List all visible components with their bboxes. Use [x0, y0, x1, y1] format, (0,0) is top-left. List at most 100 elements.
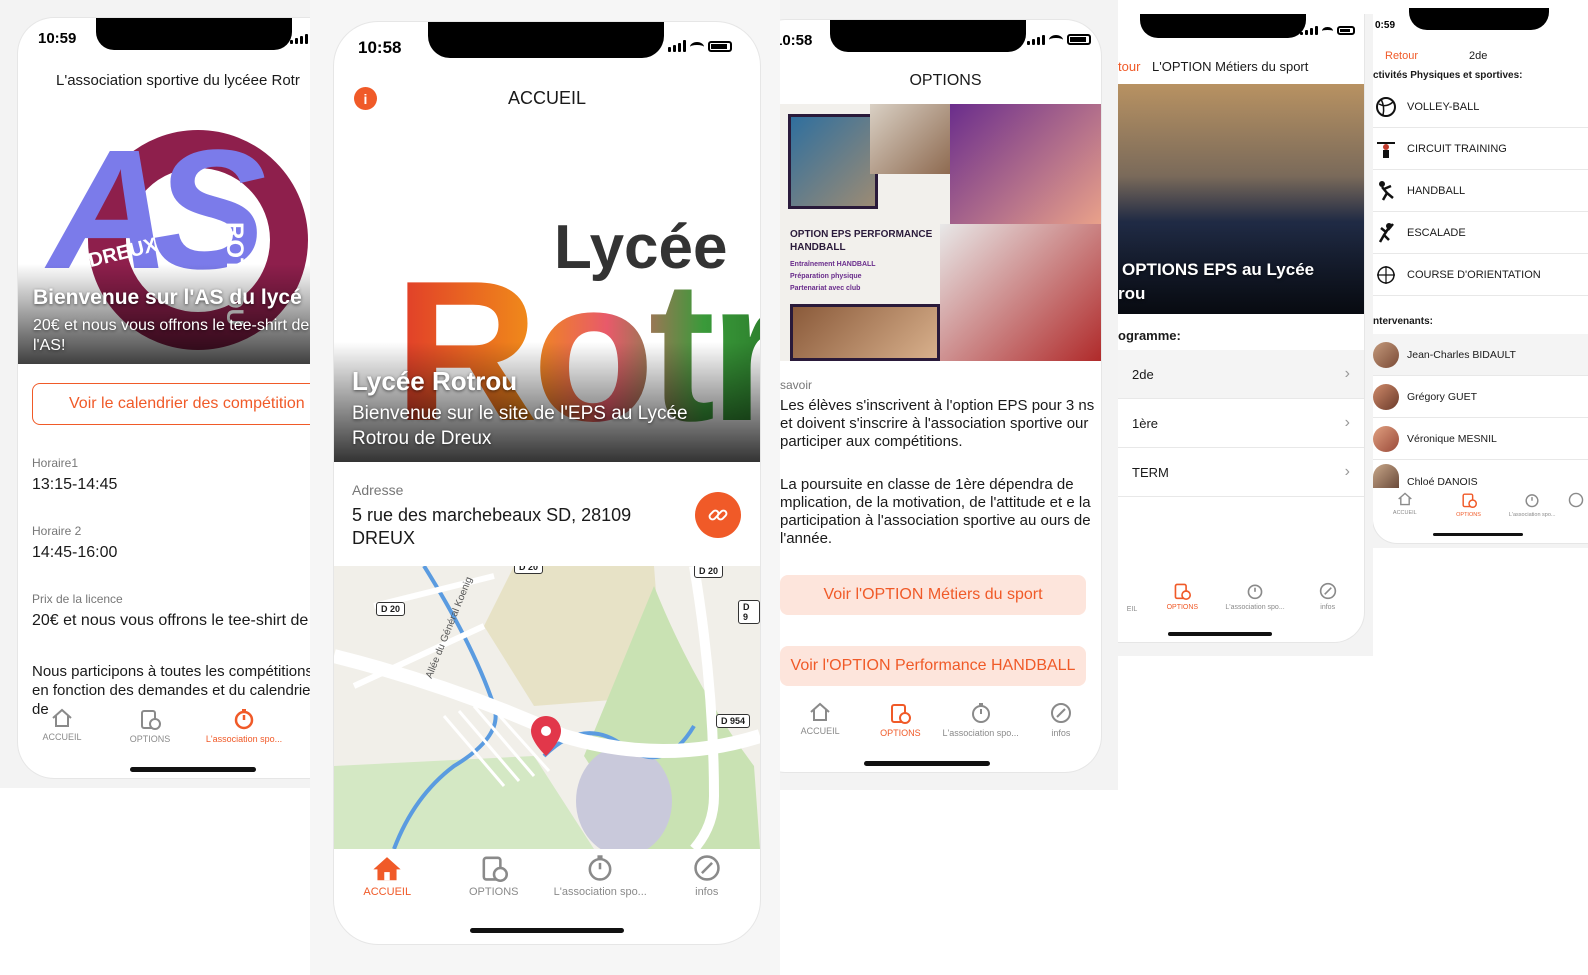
- tab-infos[interactable]: infos: [1021, 702, 1101, 738]
- calendar-button[interactable]: Voir le calendrier des compétition: [32, 383, 318, 425]
- notch: [1140, 14, 1306, 38]
- tab-association[interactable]: L'association spo...: [941, 702, 1021, 738]
- tab-association[interactable]: L'association spo...: [1500, 492, 1564, 518]
- field-list: Horaire1 13:15-14:45 Horaire 2 14:45-16:…: [32, 456, 318, 719]
- tab-infos[interactable]: infos: [1291, 582, 1364, 613]
- status-icons: [1300, 26, 1355, 35]
- list-item-label: TERM: [1132, 464, 1169, 480]
- hero-title: OPTIONS EPS au Lycée: [1122, 260, 1315, 279]
- tab-accueil[interactable]: ACCUEIL: [1373, 492, 1437, 518]
- panel-accueil: 10:58 i ACCUEIL Lycée Rotr Lycée Rotrou …: [310, 0, 780, 975]
- panel-association: 10:59 L'association sportive du lycéee R…: [0, 0, 318, 788]
- field-value: 13:15-14:45: [32, 476, 118, 493]
- poster-bullets: Entraînement HANDBALL Préparation physiq…: [790, 259, 876, 295]
- map-label: D 20: [694, 566, 724, 578]
- notch: [96, 18, 292, 50]
- tab-label: OPTIONS: [129, 734, 171, 744]
- compass-icon: [694, 855, 720, 881]
- compass-icon: [1377, 265, 1395, 284]
- battery-icon: [1067, 34, 1091, 45]
- tab-label: ACCUEIL: [800, 726, 840, 736]
- tab-association[interactable]: L'association spo...: [547, 854, 654, 898]
- list-item-2de[interactable]: 2de ›: [1118, 350, 1364, 399]
- hero-image: OPTIONS EPS au Lycée rou: [1118, 84, 1364, 314]
- map-label: D 9: [738, 600, 760, 624]
- page-header: OPTIONS: [909, 72, 982, 89]
- signal-icon: [668, 40, 686, 52]
- handball-button[interactable]: Voir l'OPTION Performance HANDBALL: [780, 646, 1086, 686]
- metiers-button[interactable]: Voir l'OPTION Métiers du sport: [780, 575, 1086, 615]
- list-item-label: 2de: [1132, 366, 1154, 382]
- wifi-icon: [690, 42, 704, 52]
- tab-association[interactable]: L'association spo...: [1219, 582, 1292, 613]
- link-icon: [708, 509, 728, 521]
- list-item-1ere[interactable]: 1ère ›: [1118, 399, 1364, 448]
- poster-bullet: Partenariat avec club: [790, 285, 861, 292]
- status-icons: [1027, 34, 1091, 45]
- paragraph-2: La poursuite en classe de 1ère dépendra …: [780, 476, 1091, 547]
- tab-accueil[interactable]: ACCUEIL: [334, 854, 441, 898]
- tab-label: L'association spo...: [205, 734, 283, 744]
- list-item-person[interactable]: Chloé DANOIS: [1373, 460, 1588, 488]
- tab-infos[interactable]: infos: [654, 854, 761, 898]
- clipboard-plus-icon: [482, 856, 508, 882]
- link-button[interactable]: [695, 492, 741, 538]
- photo-4: [940, 224, 1101, 361]
- back-link[interactable]: tour: [1118, 59, 1140, 74]
- hero-title: Lycée Rotrou: [352, 366, 518, 396]
- tab-association[interactable]: L'association spo...: [194, 708, 294, 744]
- tab-options[interactable]: OPTIONS: [860, 702, 940, 738]
- tab-accueil[interactable]: ACCUEIL: [780, 702, 860, 738]
- tab-label: infos: [1051, 728, 1071, 738]
- handball-icon: [1379, 180, 1394, 201]
- status-time: 10:58: [358, 38, 402, 57]
- avatar: [1373, 464, 1399, 488]
- home-indicator: [1168, 632, 1272, 636]
- tab-infos[interactable]: [1564, 492, 1588, 518]
- home-indicator: [470, 928, 624, 933]
- poster-title: OPTION EPS PERFORMANCE HANDBALL: [790, 229, 933, 253]
- field-label: Prix de la licence: [32, 592, 123, 606]
- list-item-handball[interactable]: HANDBALL: [1373, 170, 1588, 212]
- clipboard-plus-icon: [891, 704, 912, 724]
- tab-accueil[interactable]: EIL: [1118, 582, 1146, 613]
- field-value: 14:45-16:00: [32, 544, 118, 561]
- phone-options: 10:58 OPTIONS OPTION EPS PERFORMANCE HAN…: [780, 20, 1101, 772]
- list-item-term[interactable]: TERM ›: [1118, 448, 1364, 497]
- list-item-person[interactable]: Véronique MESNIL: [1373, 418, 1588, 460]
- tab-options[interactable]: OPTIONS: [1146, 582, 1219, 613]
- tab-options[interactable]: OPTIONS: [1437, 492, 1501, 518]
- phone-metiers: tour L'OPTION Métiers du sport OPTIONS E…: [1118, 14, 1364, 642]
- list-item-escalade[interactable]: ESCALADE: [1373, 212, 1588, 254]
- field-value: 20€ et nous vous offrons le tee-shirt de: [32, 612, 309, 629]
- tab-bar: EIL OPTIONS L'association spo... infos: [1118, 582, 1364, 613]
- tab-options[interactable]: OPTIONS: [106, 708, 194, 744]
- back-link[interactable]: Retour: [1385, 50, 1418, 62]
- tab-options[interactable]: OPTIONS: [441, 854, 548, 898]
- list-item-person[interactable]: Jean-Charles BIDAULT: [1373, 334, 1588, 376]
- tab-label: infos: [1320, 604, 1336, 611]
- list-item-orientation[interactable]: COURSE D'ORIENTATION: [1373, 254, 1588, 296]
- list-item-circuit[interactable]: CIRCUIT TRAINING: [1373, 128, 1588, 170]
- app-screenshots-collage: 10:59 L'association sportive du lycéee R…: [0, 0, 1588, 975]
- photo-1: [788, 114, 878, 209]
- status-time: 0:59: [1375, 20, 1396, 31]
- photo-2: [870, 104, 950, 174]
- map[interactable]: D 20 D 20 D 20 D 954 D 9 Allée du Généra…: [334, 566, 760, 849]
- signal-icon: [290, 34, 308, 44]
- page-title: L'OPTION Métiers du sport: [1152, 59, 1309, 74]
- tab-label: L'association spo...: [553, 886, 647, 898]
- notch: [830, 20, 1026, 52]
- list-item-person[interactable]: Grégory GUET: [1373, 376, 1588, 418]
- section-label: ogramme:: [1118, 328, 1181, 343]
- photo-3: [950, 104, 1101, 224]
- list-item-volley[interactable]: VOLLEY-BALL: [1373, 86, 1588, 128]
- hero-image: AS DREUX ROTROU Bienvenue sur l'AS du ly…: [18, 102, 318, 364]
- volleyball-icon: [1376, 96, 1396, 117]
- page-title: 2de: [1469, 50, 1488, 62]
- field-horaire2: Horaire 2 14:45-16:00: [32, 524, 318, 592]
- poster-image: OPTION EPS PERFORMANCE HANDBALL Entraîne…: [780, 104, 1101, 361]
- avatar: [1373, 341, 1399, 368]
- tab-accueil[interactable]: ACCUEIL: [18, 708, 106, 744]
- stopwatch-icon: [234, 709, 254, 730]
